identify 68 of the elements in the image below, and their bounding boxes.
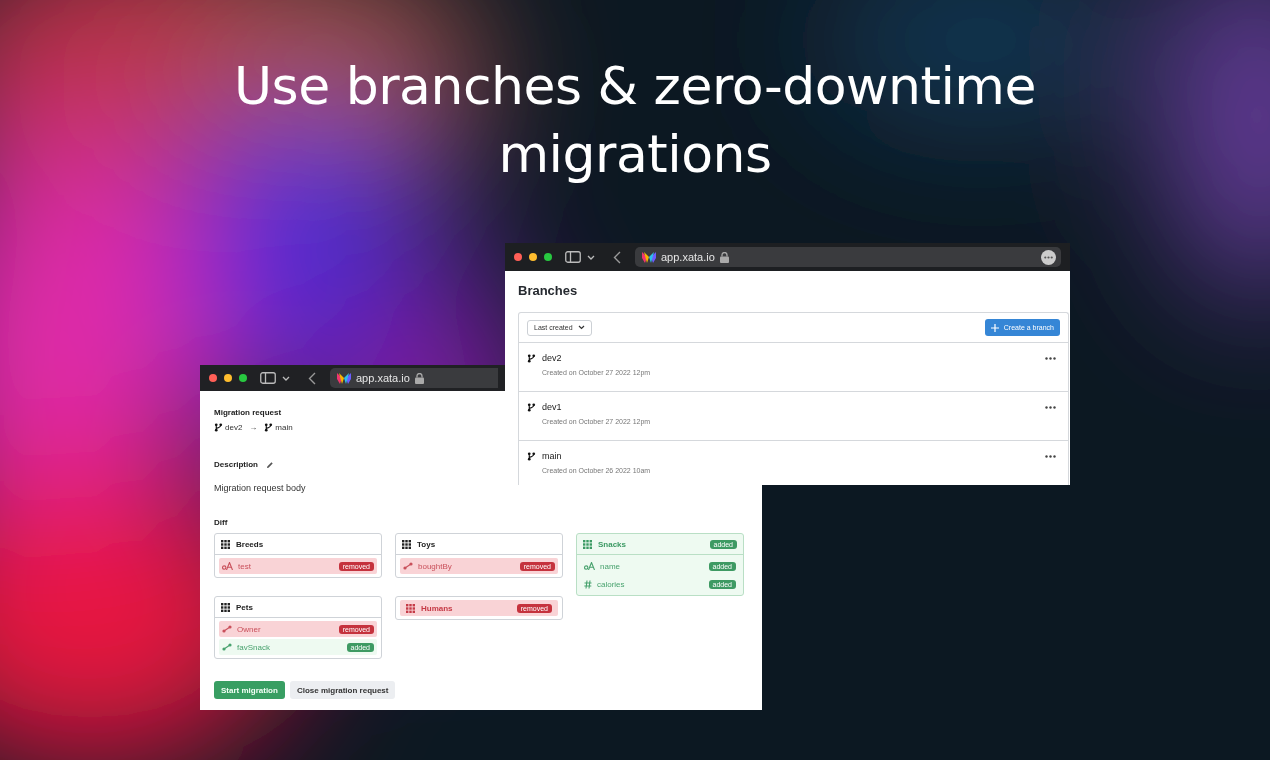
branch-name: dev1 bbox=[542, 402, 562, 412]
minimize-button[interactable] bbox=[224, 374, 232, 382]
branch-icon bbox=[527, 353, 536, 363]
url-text: app.xata.io bbox=[356, 372, 410, 384]
pencil-icon[interactable] bbox=[266, 460, 274, 469]
table-name: Toys bbox=[417, 539, 437, 549]
address-bar[interactable]: app.xata.io bbox=[635, 247, 1061, 267]
url-text: app.xata.io bbox=[661, 251, 715, 263]
link-type-icon bbox=[403, 562, 413, 570]
section-heading: Diff bbox=[214, 518, 229, 527]
chevron-down-icon bbox=[577, 325, 585, 330]
branch-icon bbox=[527, 451, 536, 461]
number-type-icon bbox=[584, 579, 592, 589]
more-icon[interactable] bbox=[1045, 406, 1056, 409]
chevron-down-icon[interactable] bbox=[587, 254, 595, 260]
close-button[interactable] bbox=[209, 374, 217, 382]
table-name: Snacks bbox=[598, 539, 628, 549]
sidebar-icon[interactable] bbox=[565, 251, 581, 263]
table-icon bbox=[406, 603, 415, 613]
field-name: calories bbox=[597, 579, 626, 589]
more-icon[interactable] bbox=[1045, 455, 1056, 458]
zoom-button[interactable] bbox=[239, 374, 247, 382]
section-heading: Description bbox=[214, 460, 258, 469]
table-icon bbox=[402, 539, 411, 549]
logo-icon bbox=[642, 251, 656, 263]
table-icon bbox=[221, 539, 230, 549]
back-icon[interactable] bbox=[613, 250, 621, 264]
field-name: boughtBy bbox=[418, 561, 453, 571]
link-type-icon bbox=[222, 625, 232, 633]
headline: migrations bbox=[498, 123, 772, 186]
logo-icon bbox=[337, 372, 351, 384]
branch-icon bbox=[264, 423, 274, 432]
page-title: Branches bbox=[518, 283, 579, 298]
more-icon[interactable] bbox=[1045, 357, 1056, 360]
back-icon[interactable] bbox=[308, 371, 316, 385]
more-icon[interactable] bbox=[1041, 249, 1056, 265]
field-name: test bbox=[238, 561, 252, 571]
chevron-down-icon[interactable] bbox=[282, 375, 290, 381]
zoom-button[interactable] bbox=[544, 253, 552, 261]
table-name: Breeds bbox=[236, 539, 265, 549]
branch-name: main bbox=[275, 423, 293, 432]
plus-icon bbox=[990, 323, 999, 332]
field-name: name bbox=[600, 561, 621, 571]
section-heading: Migration request bbox=[214, 408, 283, 417]
branch-name: main bbox=[542, 451, 562, 461]
table-icon bbox=[583, 539, 592, 549]
field-name: Owner bbox=[237, 624, 262, 634]
branch-name: dev2 bbox=[225, 423, 243, 432]
lock-icon bbox=[719, 251, 729, 263]
arrow-text: → bbox=[249, 423, 258, 432]
text-type-icon bbox=[222, 562, 233, 570]
description-text: Migration request body bbox=[214, 483, 307, 493]
minimize-button[interactable] bbox=[529, 253, 537, 261]
text-type-icon bbox=[584, 562, 595, 570]
sidebar-icon[interactable] bbox=[260, 372, 276, 384]
headline: Use branches & zero-downtime bbox=[234, 55, 1036, 118]
branch-name: dev2 bbox=[542, 353, 562, 363]
address-bar[interactable]: app.xata.io bbox=[330, 368, 498, 388]
close-button[interactable] bbox=[514, 253, 522, 261]
link-type-icon bbox=[222, 643, 232, 651]
branch-icon bbox=[214, 423, 223, 432]
branch-icon bbox=[527, 402, 536, 412]
close-request-button[interactable]: Close migration request bbox=[289, 681, 396, 699]
table-icon bbox=[221, 602, 230, 612]
table-name: Pets bbox=[236, 602, 254, 612]
lock-icon bbox=[414, 372, 424, 384]
table-name: Humans bbox=[421, 603, 454, 613]
field-name: favSnack bbox=[237, 642, 271, 652]
